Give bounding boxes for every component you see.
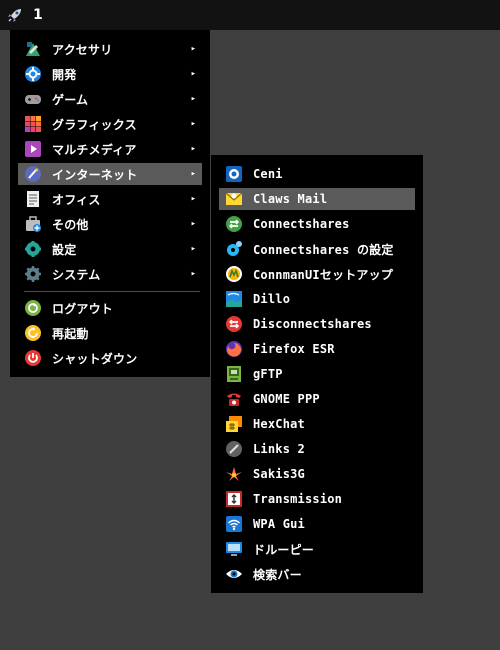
wifi-icon [225,515,243,533]
submenu-item-links2[interactable]: Links 2 [219,438,415,460]
transmission-icon [225,490,243,508]
submenu-item-wpa-gui[interactable]: WPA Gui [219,513,415,535]
submenu-arrow: ▸ [190,69,196,79]
internet-submenu: Ceni Claws Mail Connectshares Connectsha… [211,155,423,593]
menu-item-development[interactable]: 開発 ▸ [18,63,202,85]
shutdown-icon [24,349,42,367]
menu-item-other[interactable]: その他 ▸ [18,213,202,235]
other-icon [24,215,42,233]
menu-item-system[interactable]: システム ▸ [18,263,202,285]
submenu-arrow: ▸ [190,44,196,54]
menu-item-shutdown[interactable]: シャットダウン [18,347,202,369]
menu-item-accessories[interactable]: アクセサリ ▸ [18,38,202,60]
menu-item-reboot[interactable]: 再起動 [18,322,202,344]
submenu-arrow: ▸ [190,194,196,204]
submenu-arrow: ▸ [190,219,196,229]
office-icon [24,190,42,208]
hexchat-icon [225,415,243,433]
menu-separator [24,291,200,292]
application-menu: アクセサリ ▸ 開発 ▸ ゲーム ▸ グラフィックス ▸ マルチメディア ▸ イ… [10,30,210,377]
submenu-item-droopy[interactable]: ドルーピー [219,538,415,560]
graphics-icon [24,115,42,133]
gamepad-icon [24,90,42,108]
menu-item-settings[interactable]: 設定 ▸ [18,238,202,260]
submenu-item-connectshares[interactable]: Connectshares [219,213,415,235]
internet-icon [24,165,42,183]
submenu-item-dillo[interactable]: Dillo [219,288,415,310]
taskbar: 1 [0,0,500,30]
launcher-button[interactable] [0,0,30,30]
menu-item-logout[interactable]: ログアウト [18,297,202,319]
submenu-item-sakis3g[interactable]: Sakis3G [219,463,415,485]
gftp-icon [225,365,243,383]
submenu-arrow: ▸ [190,144,196,154]
submenu-item-transmission[interactable]: Transmission [219,488,415,510]
submenu-arrow: ▸ [190,269,196,279]
submenu-item-ceni[interactable]: Ceni [219,163,415,185]
submenu-arrow: ▸ [190,169,196,179]
rocket-icon [8,9,21,22]
multimedia-icon [24,140,42,158]
accessories-icon [24,40,42,58]
submenu-item-gnome-ppp[interactable]: GNOME PPP [219,388,415,410]
phone-icon [225,390,243,408]
disconnectshares-icon [225,315,243,333]
claws-mail-icon [225,190,243,208]
submenu-item-firefox[interactable]: Firefox ESR [219,338,415,360]
links-icon [225,440,243,458]
system-icon [24,265,42,283]
submenu-arrow: ▸ [190,94,196,104]
development-icon [24,65,42,83]
logout-icon [24,299,42,317]
menu-item-graphics[interactable]: グラフィックス ▸ [18,113,202,135]
submenu-item-disconnectshares[interactable]: Disconnectshares [219,313,415,335]
connectshares-icon [225,215,243,233]
workspace-number[interactable]: 1 [33,7,43,23]
eye-icon [225,565,243,583]
ceni-icon [225,165,243,183]
menu-item-internet[interactable]: インターネット ▸ [18,163,202,185]
submenu-item-connectshares-config[interactable]: Connectshares の設定 [219,238,415,260]
menu-item-games[interactable]: ゲーム ▸ [18,88,202,110]
submenu-item-search-bar[interactable]: 検索バー [219,563,415,585]
submenu-item-hexchat[interactable]: HexChat [219,413,415,435]
submenu-arrow: ▸ [190,119,196,129]
settings-icon [24,240,42,258]
menu-item-office[interactable]: オフィス ▸ [18,188,202,210]
firefox-icon [225,340,243,358]
submenu-item-claws-mail[interactable]: Claws Mail [219,188,415,210]
connectshares-config-icon [225,240,243,258]
monitor-icon [225,540,243,558]
connman-icon [225,265,243,283]
sakis3g-icon [225,465,243,483]
reboot-icon [24,324,42,342]
menu-item-multimedia[interactable]: マルチメディア ▸ [18,138,202,160]
submenu-item-connman[interactable]: ConnmanUIセットアップ [219,263,415,285]
submenu-item-gftp[interactable]: gFTP [219,363,415,385]
submenu-arrow: ▸ [190,244,196,254]
dillo-icon [225,290,243,308]
